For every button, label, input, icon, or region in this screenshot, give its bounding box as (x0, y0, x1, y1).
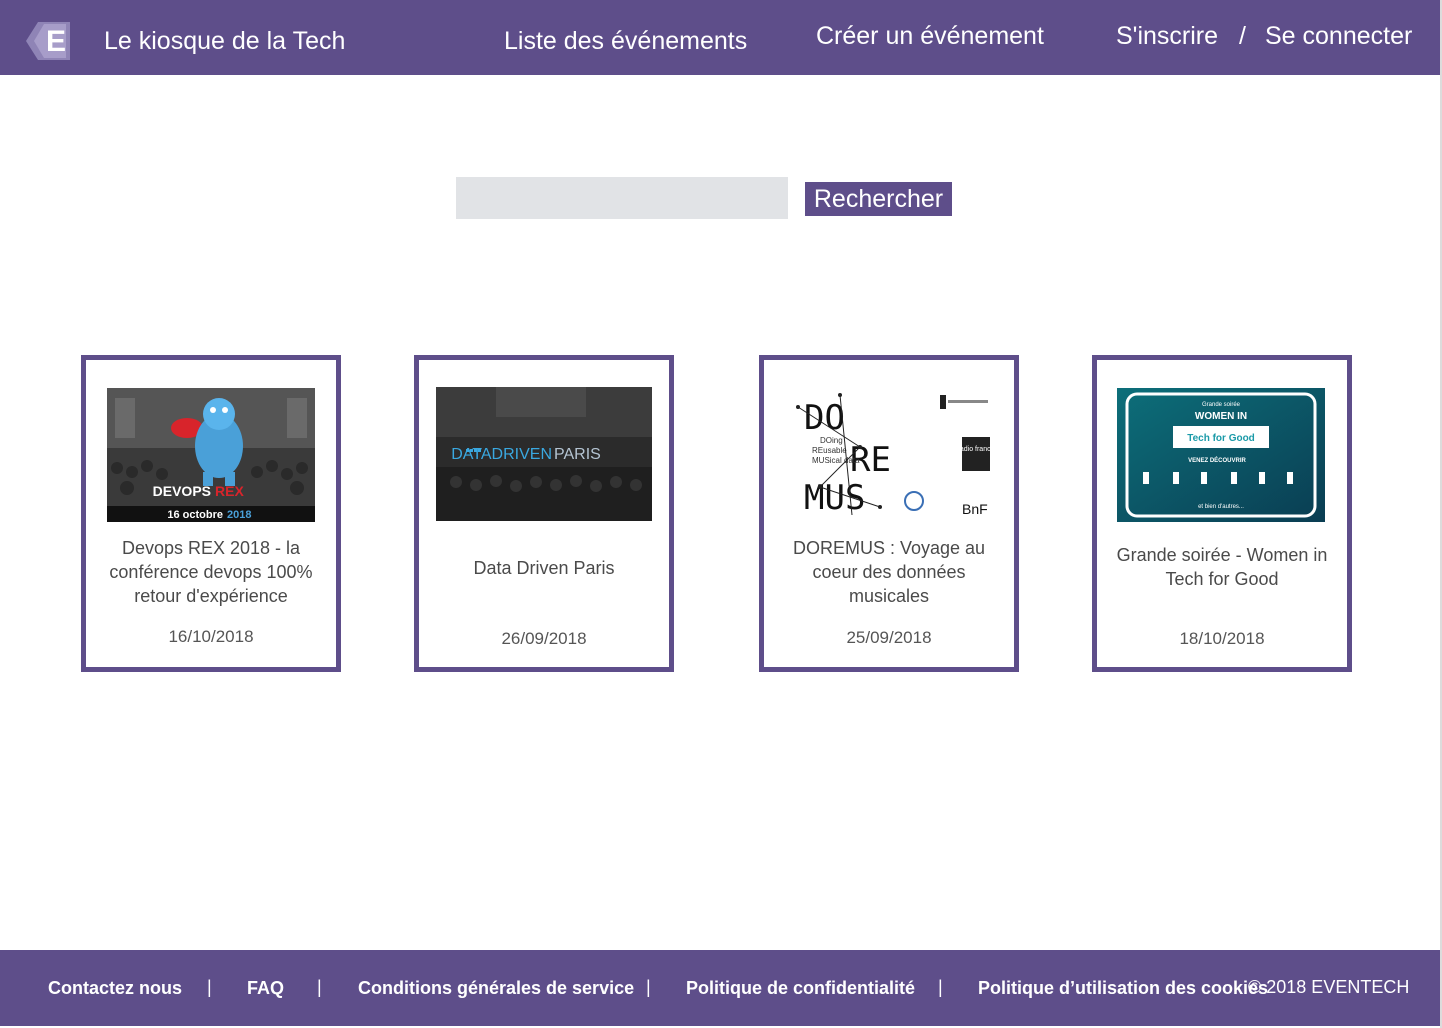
nav-login[interactable]: Se connecter (1265, 22, 1412, 51)
wit-bottom-text: et bien d'autres... (1198, 504, 1244, 510)
ddp-brand-b: PARIS (554, 446, 601, 463)
wit-women-text: WOMEN IN (1195, 411, 1247, 422)
wit-tag-text: Tech for Good (1187, 433, 1255, 444)
event-card-data-driven-paris[interactable]: DATADRIVEN PARIS Data Driven Paris 26/09… (414, 355, 674, 672)
nav-separator: / (1239, 22, 1246, 50)
event-image: DEVOPS REX 16 octobre 2018 (107, 388, 315, 522)
doremus-bnf: BnF (962, 501, 988, 517)
devops-brand-a: DEVOPS (153, 483, 211, 499)
footer-link-contact[interactable]: Contactez nous (48, 978, 182, 999)
devops-date-b: 2018 (227, 509, 251, 521)
doremus-radio: radio france (958, 446, 995, 453)
event-title[interactable]: Grande soirée - Women in Tech for Good (1105, 543, 1339, 591)
event-date: 16/10/2018 (168, 627, 254, 646)
event-image: Grande soirée WOMEN IN Tech for Good VEN… (1117, 388, 1325, 522)
wit-top-text: Grande soirée (1202, 402, 1241, 408)
footer: Contactez nous | FAQ | Conditions généra… (0, 950, 1440, 1026)
copyright: © 2018 EVENTECH (1248, 977, 1410, 997)
event-image: DO RE MUS DOing REusable MUSical data ra… (790, 387, 996, 521)
doremus-acronym-3: MUSical data (812, 456, 860, 465)
footer-separator: | (938, 977, 943, 997)
footer-link-privacy[interactable]: Politique de confidentialité (686, 978, 915, 999)
event-title[interactable]: Devops REX 2018 - la conférence devops 1… (94, 536, 328, 608)
event-card-doremus[interactable]: DO RE MUS DOing REusable MUSical data ra… (759, 355, 1019, 672)
search-button[interactable]: Rechercher (805, 182, 952, 216)
footer-link-faq[interactable]: FAQ (247, 978, 284, 999)
footer-separator: | (646, 977, 651, 997)
footer-separator: | (207, 977, 212, 997)
event-title[interactable]: DOREMUS : Voyage au coeur des données mu… (772, 536, 1006, 608)
wit-sub-text: VENEZ DÉCOUVRIR (1188, 456, 1246, 464)
event-date: 25/09/2018 (846, 628, 932, 647)
footer-separator: | (317, 977, 322, 997)
doremus-row1: DO (804, 398, 845, 438)
devops-date-a: 16 octobre (167, 509, 223, 521)
event-date: 26/09/2018 (501, 629, 587, 648)
event-image: DATADRIVEN PARIS (436, 387, 652, 521)
footer-link-cookies[interactable]: Politique d’utilisation des cookies (978, 978, 1268, 999)
site-title[interactable]: Le kiosque de la Tech (104, 27, 345, 56)
event-title[interactable]: Data Driven Paris (427, 556, 661, 580)
nav-create-event[interactable]: Créer un événement (816, 22, 1044, 51)
event-card-women-in-tech[interactable]: Grande soirée WOMEN IN Tech for Good VEN… (1092, 355, 1352, 672)
doremus-acronym-2: REusable (812, 446, 847, 455)
eventech-logo-icon[interactable]: E (26, 20, 72, 62)
search-input[interactable] (456, 177, 788, 219)
ddp-brand-a: DATADRIVEN (451, 446, 552, 463)
footer-link-terms[interactable]: Conditions générales de service (358, 978, 634, 999)
doremus-acronym-1: DOing (820, 436, 843, 445)
top-navbar: E Le kiosque de la Tech Liste des événem… (0, 0, 1440, 75)
svg-text:E: E (46, 25, 66, 58)
nav-register[interactable]: S'inscrire (1116, 22, 1218, 51)
nav-event-list[interactable]: Liste des événements (504, 27, 747, 56)
event-date: 18/10/2018 (1179, 629, 1265, 648)
doremus-row3: MUS (804, 478, 865, 518)
devops-brand-b: REX (215, 483, 244, 499)
event-card-devops-rex[interactable]: DEVOPS REX 16 octobre 2018 Devops REX 20… (81, 355, 341, 672)
